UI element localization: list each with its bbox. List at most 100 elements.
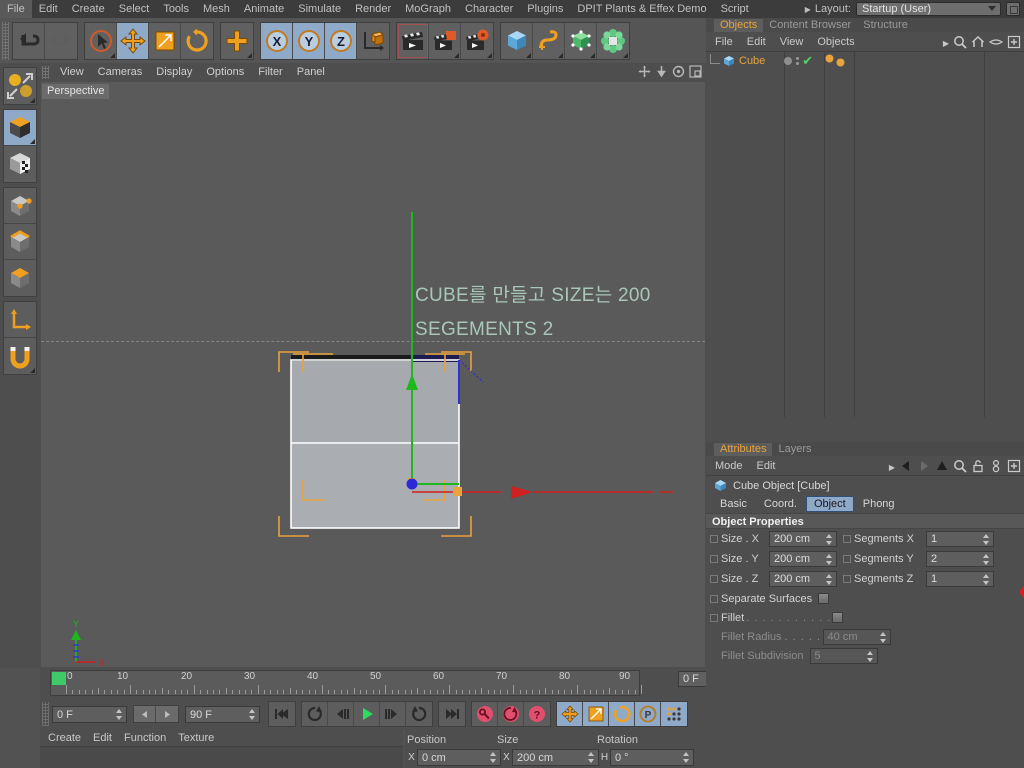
new-window-icon[interactable]	[1007, 459, 1021, 476]
enable-axis-button[interactable]	[4, 302, 36, 338]
deformer-button[interactable]	[597, 22, 629, 59]
object-menu-objects[interactable]: Objects	[810, 32, 861, 52]
visibility-render-dots-icon[interactable]	[796, 56, 800, 65]
field-size-x[interactable]: 200 cm	[769, 531, 837, 547]
subtab-coord[interactable]: Coord.	[756, 496, 805, 512]
expand-arrow-icon[interactable]: ▶	[889, 463, 895, 472]
render-picture-viewer-button[interactable]	[429, 22, 461, 59]
menu-item-character[interactable]: Character	[458, 0, 520, 18]
menu-item-select[interactable]: Select	[112, 0, 157, 18]
material-menu-edit[interactable]: Edit	[87, 730, 118, 747]
menu-item-plugins[interactable]: Plugins	[520, 0, 570, 18]
transport-grip[interactable]	[42, 702, 49, 726]
toggle-separate-surfaces[interactable]	[818, 593, 830, 604]
tab-objects[interactable]: Objects	[714, 19, 764, 32]
spline-button[interactable]	[533, 22, 565, 59]
expand-arrow-icon[interactable]: ▶	[943, 39, 949, 48]
previous-key-button[interactable]	[328, 702, 354, 726]
maximize-view-icon[interactable]	[689, 65, 702, 78]
pla-key-button[interactable]	[661, 702, 687, 726]
object-menu-view[interactable]: View	[773, 32, 811, 52]
viewport-canvas[interactable]: Perspective CUBE를 만들고 SIZE는 200 SEGEMENT…	[41, 82, 705, 667]
spinner-icon[interactable]	[490, 752, 497, 763]
field-segments-x[interactable]: 1	[926, 531, 994, 547]
menu-item-render[interactable]: Render	[348, 0, 398, 18]
object-menu-edit[interactable]: Edit	[740, 32, 773, 52]
menu-item-script[interactable]: Script	[714, 0, 756, 18]
toolbar-grip[interactable]	[2, 21, 9, 60]
viewport-menu-display[interactable]: Display	[149, 63, 199, 82]
spinner-icon[interactable]	[588, 752, 595, 763]
subtab-basic[interactable]: Basic	[712, 496, 755, 512]
field-size-z[interactable]: 200 cm	[769, 571, 837, 587]
animate-checkbox[interactable]	[710, 535, 718, 543]
menu-item-file[interactable]: File	[0, 0, 32, 18]
live-selection-button[interactable]	[85, 22, 117, 59]
animate-checkbox[interactable]	[710, 594, 718, 603]
tag-dot-icon[interactable]	[836, 58, 845, 67]
home-icon[interactable]	[971, 35, 985, 52]
points-mode-button[interactable]	[4, 188, 36, 224]
texture-mode-button[interactable]	[4, 146, 36, 182]
start-frame-field[interactable]: 0 F	[52, 705, 127, 723]
search-icon[interactable]	[953, 35, 967, 52]
axis-z-button[interactable]: Z	[325, 22, 357, 59]
animate-checkbox[interactable]	[843, 575, 851, 583]
zoom-view-icon[interactable]	[655, 65, 668, 78]
add-button[interactable]	[221, 22, 253, 59]
material-menu-create[interactable]: Create	[42, 730, 87, 747]
frame-back-button[interactable]	[134, 706, 156, 722]
eye-icon[interactable]	[988, 35, 1004, 52]
spinner-icon[interactable]	[983, 574, 990, 585]
autokeying-button[interactable]	[498, 702, 524, 726]
rotation-h-field[interactable]: 0 °	[610, 749, 694, 766]
animate-checkbox[interactable]	[710, 575, 718, 583]
snap-magnet-button[interactable]	[4, 338, 36, 374]
tag-dot-icon[interactable]	[825, 54, 834, 63]
object-menu-file[interactable]: File	[708, 32, 740, 52]
layout-manager-icon[interactable]	[1006, 2, 1020, 16]
layout-expand-icon[interactable]: ▶	[801, 5, 815, 14]
table-row[interactable]: Cube ✔	[706, 52, 1024, 69]
spinner-icon[interactable]	[249, 708, 256, 720]
tab-attributes[interactable]: Attributes	[714, 443, 773, 456]
menu-item-mesh[interactable]: Mesh	[196, 0, 237, 18]
spinner-icon[interactable]	[826, 534, 833, 545]
spinner-icon[interactable]	[879, 631, 887, 643]
material-list[interactable]	[40, 747, 403, 768]
keyframe-selection-button[interactable]: ?	[524, 702, 550, 726]
next-key-button[interactable]	[380, 702, 406, 726]
world-coord-button[interactable]	[357, 22, 389, 59]
viewport-menu-cameras[interactable]: Cameras	[91, 63, 150, 82]
object-list[interactable]: Cube ✔	[706, 52, 1024, 417]
edges-mode-button[interactable]	[4, 224, 36, 260]
viewport-menu-options[interactable]: Options	[199, 63, 251, 82]
rotation-key-button[interactable]	[609, 702, 635, 726]
object-name-cube[interactable]: Cube	[739, 55, 765, 67]
timeline-ruler[interactable]: 0 10 20 30 40 50 60 70 80 90	[50, 670, 642, 696]
rotate-tool-button[interactable]	[181, 22, 213, 59]
menu-item-tools[interactable]: Tools	[156, 0, 196, 18]
axis-y-button[interactable]: Y	[293, 22, 325, 59]
spinner-icon[interactable]	[866, 650, 874, 662]
material-menu-function[interactable]: Function	[118, 730, 172, 747]
up-arrow-icon[interactable]	[935, 459, 949, 476]
viewport-menu-view[interactable]: View	[53, 63, 91, 82]
move-tool-button[interactable]	[117, 22, 149, 59]
material-menu-texture[interactable]: Texture	[172, 730, 220, 747]
spinner-icon[interactable]	[826, 574, 833, 585]
rotate-view-icon[interactable]	[672, 65, 685, 78]
position-x-field[interactable]: 0 cm	[417, 749, 501, 766]
end-frame-field[interactable]: 90 F	[185, 705, 260, 723]
size-x-field[interactable]: 200 cm	[512, 749, 599, 766]
redo-button[interactable]	[45, 22, 77, 59]
scale-key-button[interactable]	[583, 702, 609, 726]
spinner-icon[interactable]	[983, 534, 990, 545]
toggle-fillet[interactable]	[832, 612, 844, 623]
scale-tool-button[interactable]	[149, 22, 181, 59]
animate-checkbox[interactable]	[710, 613, 718, 622]
live-selection-tool-button[interactable]	[4, 68, 36, 104]
menu-item-dpit-plants-effex-demo[interactable]: DPIT Plants & Effex Demo	[570, 0, 713, 18]
viewport-menu-panel[interactable]: Panel	[290, 63, 332, 82]
model-mode-button[interactable]	[4, 110, 36, 146]
